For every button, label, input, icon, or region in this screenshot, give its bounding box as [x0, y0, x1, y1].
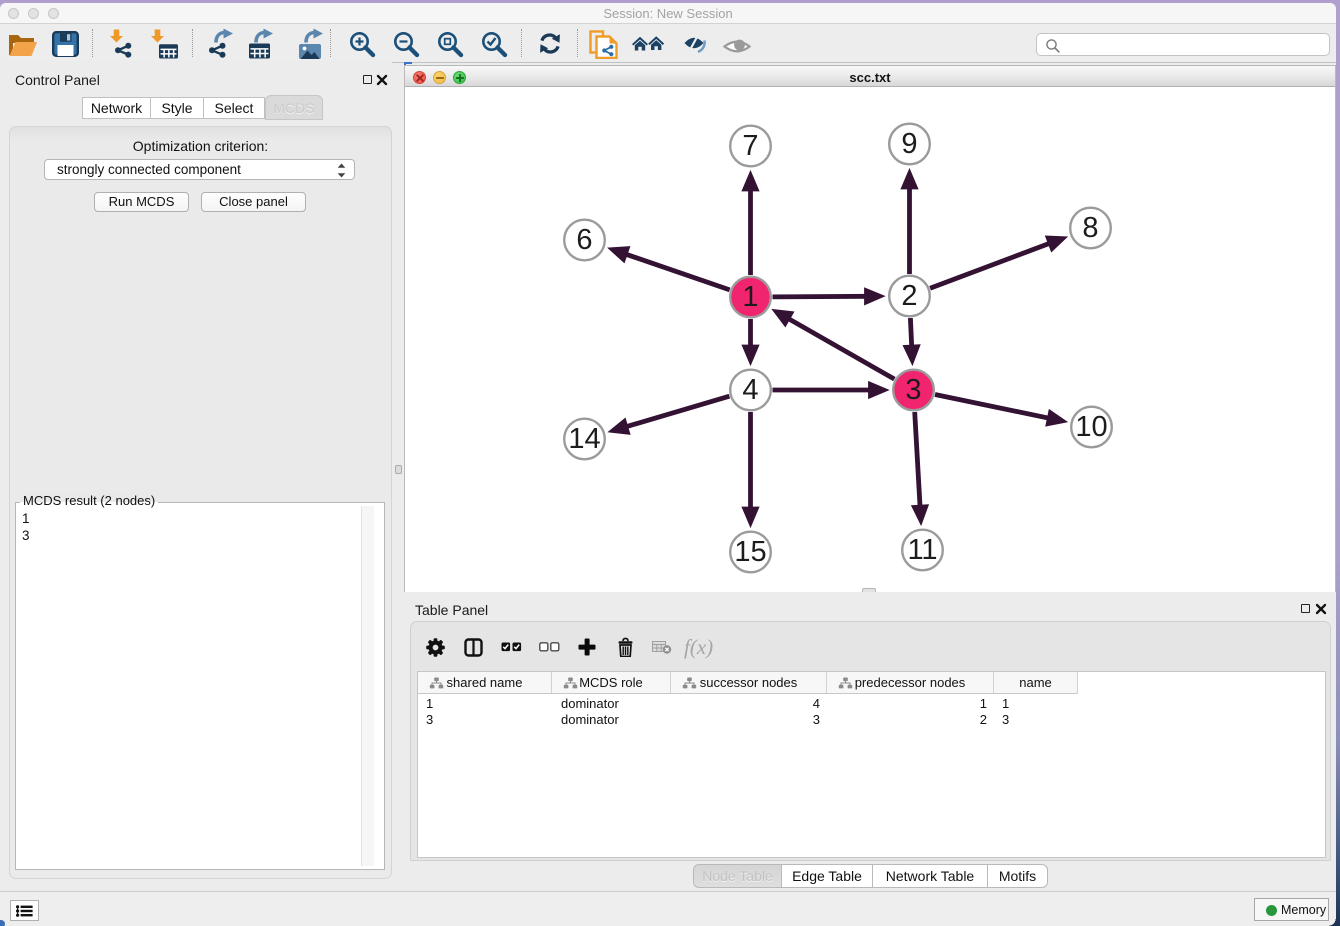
- svg-text:14: 14: [568, 423, 600, 455]
- svg-text:8: 8: [1082, 212, 1098, 244]
- svg-text:11: 11: [907, 534, 937, 566]
- svg-text:9: 9: [901, 128, 917, 160]
- svg-text:3: 3: [905, 374, 921, 406]
- svg-text:10: 10: [1075, 411, 1107, 443]
- svg-text:15: 15: [734, 536, 766, 568]
- svg-text:7: 7: [742, 130, 758, 162]
- svg-text:6: 6: [576, 224, 592, 256]
- svg-text:2: 2: [901, 280, 917, 312]
- svg-text:1: 1: [742, 281, 758, 313]
- svg-text:4: 4: [742, 374, 758, 406]
